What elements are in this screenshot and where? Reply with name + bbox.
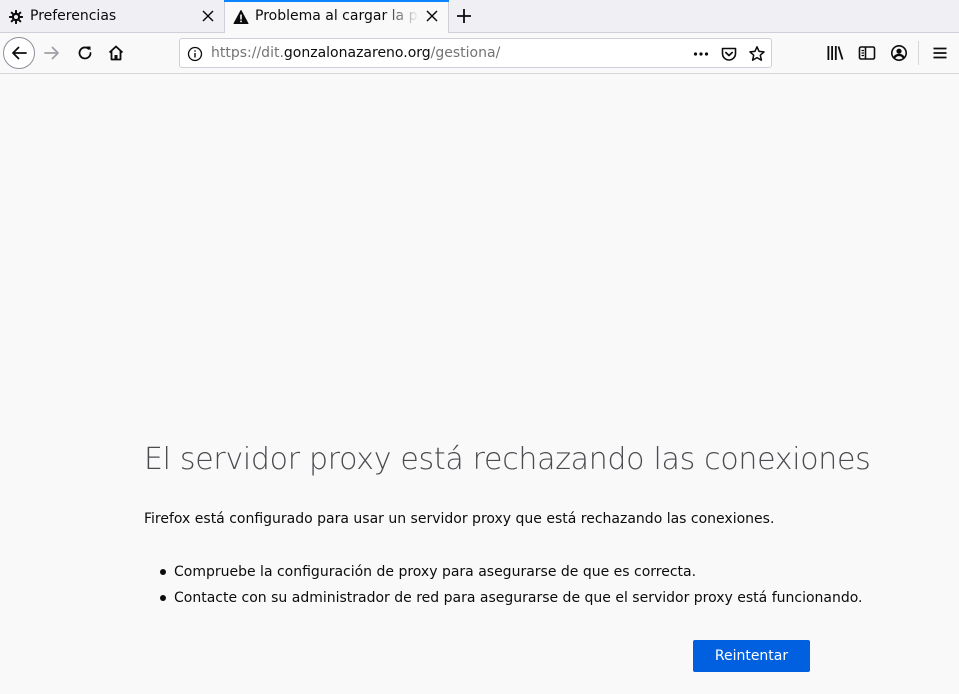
reload-icon bbox=[78, 46, 92, 60]
url-bar[interactable]: https://dit.gonzalonazareno.org/gestiona… bbox=[179, 38, 772, 68]
hamburger-menu-icon bbox=[933, 47, 947, 59]
navigation-toolbar: https://dit.gonzalonazareno.org/gestiona… bbox=[0, 33, 959, 74]
sidebar-button[interactable] bbox=[858, 44, 876, 62]
url-path: /gestiona/ bbox=[430, 45, 501, 61]
error-page: El servidor proxy está rechazando las co… bbox=[0, 74, 959, 694]
tab-label: Problema al cargar la página bbox=[255, 8, 419, 24]
toolbar-separator bbox=[918, 41, 919, 65]
tab-strip: Preferencias Problema al cargar la págin… bbox=[0, 0, 959, 34]
bullet bbox=[160, 569, 166, 575]
reload-button[interactable] bbox=[76, 44, 94, 62]
page-actions-icon[interactable] bbox=[692, 45, 710, 63]
error-title: El servidor proxy está rechazando las co… bbox=[144, 442, 871, 477]
forward-arrow-icon bbox=[44, 46, 59, 60]
url-scheme: https://dit. bbox=[211, 45, 284, 61]
tab-label: Preferencias bbox=[30, 8, 117, 24]
home-icon bbox=[108, 45, 124, 61]
close-icon[interactable] bbox=[202, 10, 214, 22]
menu-button[interactable] bbox=[931, 44, 949, 62]
bookmark-star-icon[interactable] bbox=[748, 45, 766, 63]
url-host: gonzalonazareno.org bbox=[283, 45, 431, 61]
library-icon bbox=[827, 46, 844, 60]
back-arrow-icon bbox=[12, 46, 27, 60]
account-icon bbox=[891, 45, 907, 61]
list-item: Compruebe la configuración de proxy para… bbox=[160, 559, 863, 585]
close-icon[interactable] bbox=[426, 10, 438, 22]
warning-icon bbox=[233, 9, 249, 25]
pocket-icon[interactable] bbox=[720, 45, 738, 63]
url-text[interactable]: https://dit.gonzalonazareno.org/gestiona… bbox=[211, 45, 500, 61]
back-button[interactable] bbox=[3, 37, 35, 69]
list-item-text: Compruebe la configuración de proxy para… bbox=[174, 564, 697, 580]
tab-preferencias[interactable]: Preferencias bbox=[0, 0, 224, 33]
error-suggestions: Compruebe la configuración de proxy para… bbox=[160, 559, 863, 611]
home-button[interactable] bbox=[107, 44, 125, 62]
bullet bbox=[160, 595, 166, 601]
info-icon[interactable] bbox=[187, 46, 203, 62]
account-button[interactable] bbox=[890, 44, 908, 62]
list-item-text: Contacte con su administrador de red par… bbox=[174, 590, 863, 606]
list-item: Contacte con su administrador de red par… bbox=[160, 585, 863, 611]
gear-icon bbox=[8, 9, 24, 25]
error-description: Firefox está configurado para usar un se… bbox=[144, 511, 775, 527]
library-button[interactable] bbox=[826, 44, 844, 62]
tab-problema-al-cargar[interactable]: Problema al cargar la página bbox=[224, 0, 449, 34]
new-tab-button[interactable] bbox=[456, 8, 472, 24]
retry-button[interactable]: Reintentar bbox=[693, 640, 810, 672]
forward-button[interactable] bbox=[43, 44, 61, 62]
sidebar-icon bbox=[858, 46, 876, 60]
